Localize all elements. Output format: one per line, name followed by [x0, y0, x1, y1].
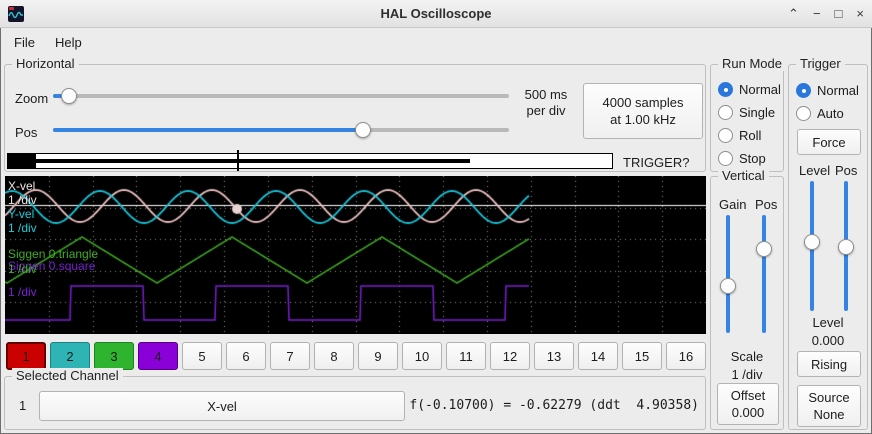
gain-label: Gain	[719, 197, 746, 212]
timebase-readout: 500 ms per div	[515, 87, 577, 119]
trigger-level-label: Level	[799, 163, 830, 178]
maximize-icon[interactable]: □	[835, 6, 843, 22]
scope-channel-label: X-vel	[8, 180, 35, 193]
radio-dot	[718, 128, 733, 143]
trigger-level-slider-handle[interactable]	[804, 234, 820, 250]
window-controls: ⌃ − □ ×	[788, 6, 864, 22]
channel-button-8[interactable]: 8	[314, 342, 354, 370]
radio-dot	[718, 151, 733, 166]
trigger-group: Trigger Normal Auto Force Level Pos Leve…	[788, 64, 868, 430]
run-mode-group-title: Run Mode	[718, 56, 786, 71]
radio-label: Single	[739, 105, 775, 120]
runmode-roll-radio[interactable]: Roll	[718, 128, 761, 143]
pos-label: Pos	[15, 125, 37, 140]
scope-channel-label: 1 /div	[8, 286, 37, 299]
function-readout: f(-0.10700) = -0.62279 (ddt 4.90358)	[409, 398, 699, 413]
vertical-pos-slider[interactable]	[755, 215, 773, 333]
close-icon[interactable]: ×	[856, 6, 864, 22]
vertical-group: Vertical Gain Pos Scale 1 /div Offset 0.…	[710, 176, 784, 430]
channel-button-row: 12345678910111213141516	[0, 342, 872, 370]
trigger-question-label: TRIGGER?	[623, 155, 689, 170]
channel-button-10[interactable]: 10	[402, 342, 442, 370]
trigger-pos-slider-handle[interactable]	[838, 239, 854, 255]
radio-dot	[718, 82, 733, 97]
gain-slider-handle[interactable]	[720, 278, 736, 294]
capture-progress-segment	[36, 159, 470, 163]
radio-dot	[718, 105, 733, 120]
scope-channel-label: 1 /div	[8, 263, 37, 276]
scope-channel-label: Y-vel	[8, 208, 34, 221]
trigger-auto-radio[interactable]: Auto	[796, 106, 844, 121]
trigger-level-caption: Level	[789, 315, 867, 330]
run-mode-group: Run Mode Normal Single Roll Stop	[710, 64, 784, 172]
channel-button-16[interactable]: 16	[666, 342, 706, 370]
trigger-pos-label: Pos	[835, 163, 857, 178]
capture-position-bar[interactable]	[7, 153, 613, 169]
channel-button-9[interactable]: 9	[358, 342, 398, 370]
radio-label: Stop	[739, 151, 766, 166]
channel-button-12[interactable]: 12	[490, 342, 530, 370]
trigger-source-button[interactable]: Source None	[797, 385, 861, 427]
menubar: File Help	[0, 28, 872, 56]
runmode-single-radio[interactable]: Single	[718, 105, 775, 120]
titlebar[interactable]: HAL Oscilloscope ⌃ − □ ×	[0, 0, 872, 28]
scope-display[interactable]: X-vel1 /divY-vel1 /divSiggen 0.triangleS…	[5, 176, 706, 334]
radio-label: Normal	[739, 82, 781, 97]
trigger-level-slider[interactable]	[803, 181, 821, 311]
selected-channel-number: 1	[19, 398, 26, 413]
channel-button-15[interactable]: 15	[622, 342, 662, 370]
menu-file[interactable]: File	[4, 31, 45, 54]
zoom-slider-handle[interactable]	[61, 88, 77, 104]
offset-button[interactable]: Offset 0.000	[717, 383, 779, 425]
channel-name-button[interactable]: X-vel	[39, 391, 405, 421]
menu-help[interactable]: Help	[45, 31, 92, 54]
channel-button-14[interactable]: 14	[578, 342, 618, 370]
channel-button-3[interactable]: 3	[94, 342, 134, 370]
selected-channel-group: Selected Channel 1 X-vel f(-0.10700) = -…	[4, 376, 706, 430]
scope-channel-label: 1 /div	[8, 222, 37, 235]
radio-dot	[796, 83, 811, 98]
trigger-pos-slider[interactable]	[837, 181, 855, 311]
trigger-position-tick	[237, 150, 239, 171]
horizontal-group: Horizontal Zoom 500 ms per div 4000 samp…	[4, 64, 706, 172]
runmode-stop-radio[interactable]: Stop	[718, 151, 766, 166]
zoom-slider[interactable]	[53, 87, 509, 105]
capture-done-segment	[8, 154, 36, 168]
vertical-pos-label: Pos	[755, 197, 777, 212]
radio-label: Roll	[739, 128, 761, 143]
radio-dot	[796, 106, 811, 121]
window-title: HAL Oscilloscope	[0, 6, 872, 21]
channel-button-1[interactable]: 1	[6, 342, 46, 370]
channel-button-13[interactable]: 13	[534, 342, 574, 370]
zoom-label: Zoom	[15, 91, 48, 106]
channel-button-11[interactable]: 11	[446, 342, 486, 370]
channel-button-5[interactable]: 5	[182, 342, 222, 370]
trigger-group-title: Trigger	[796, 56, 845, 71]
shade-icon[interactable]: ⌃	[788, 6, 799, 22]
vertical-group-title: Vertical	[718, 168, 769, 183]
horizontal-group-title: Horizontal	[12, 56, 79, 71]
trigger-normal-radio[interactable]: Normal	[796, 83, 859, 98]
channel-button-7[interactable]: 7	[270, 342, 310, 370]
channel-button-6[interactable]: 6	[226, 342, 266, 370]
vertical-pos-slider-handle[interactable]	[756, 241, 772, 257]
channel-button-4[interactable]: 4	[138, 342, 178, 370]
pos-slider-handle[interactable]	[355, 122, 371, 138]
radio-label: Auto	[817, 106, 844, 121]
samples-button[interactable]: 4000 samples at 1.00 kHz	[583, 83, 703, 139]
channel-button-2[interactable]: 2	[50, 342, 90, 370]
waveform-canvas	[5, 176, 706, 334]
selected-channel-group-title: Selected Channel	[12, 368, 123, 383]
force-button[interactable]: Force	[797, 129, 861, 155]
gain-slider[interactable]	[719, 215, 737, 333]
radio-label: Normal	[817, 83, 859, 98]
minimize-icon[interactable]: −	[813, 6, 821, 22]
runmode-normal-radio[interactable]: Normal	[718, 82, 781, 97]
pos-slider[interactable]	[53, 121, 509, 139]
scope-channel-label: 1 /div	[8, 194, 37, 207]
